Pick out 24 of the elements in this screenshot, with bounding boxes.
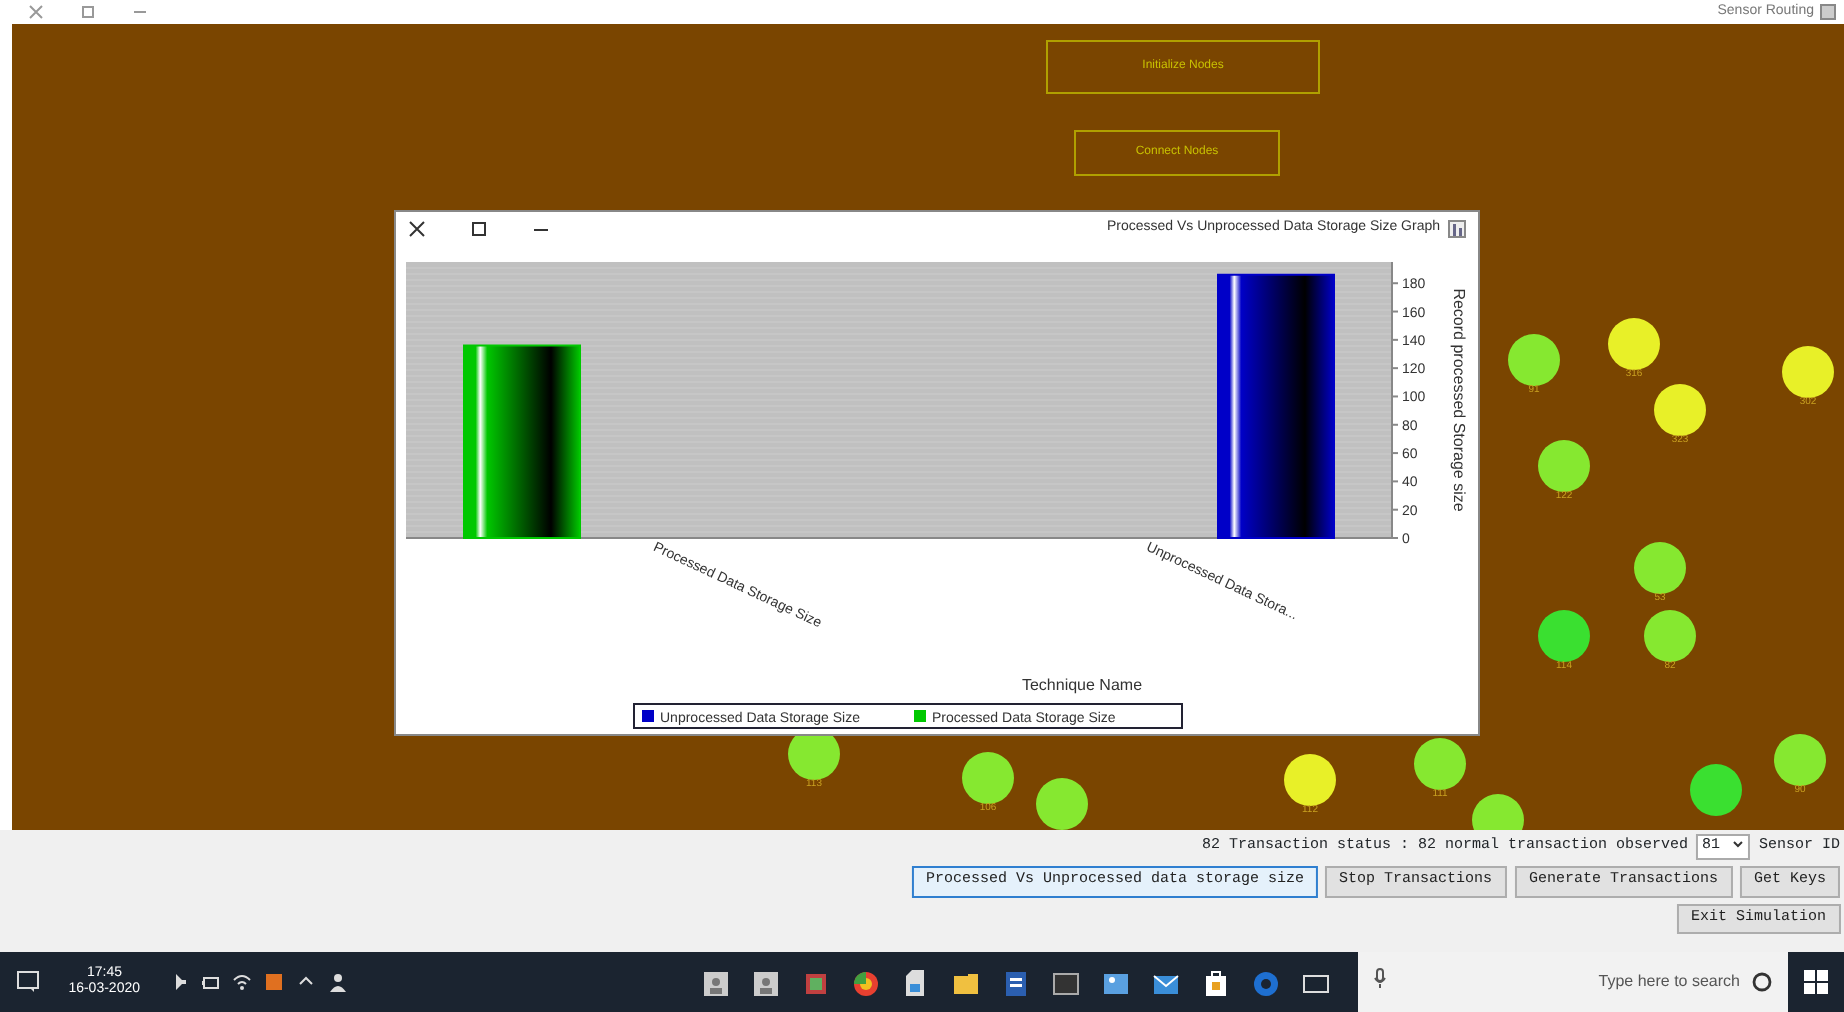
notification-icon[interactable] — [16, 970, 40, 994]
battery-icon[interactable] — [199, 972, 220, 992]
shopping-bag-icon[interactable] — [1202, 967, 1230, 997]
y-axis-title: Record processed Storage size — [1450, 288, 1468, 512]
search-icon — [1752, 972, 1772, 992]
file-icon[interactable] — [902, 967, 930, 997]
browser-icon[interactable] — [1252, 967, 1280, 997]
search-field[interactable]: Type here to search — [1358, 952, 1788, 1012]
person-window-icon[interactable] — [702, 967, 730, 997]
close-icon[interactable] — [408, 220, 426, 238]
x-axis-title: Technique Name — [1021, 676, 1143, 694]
microphone-icon — [1374, 968, 1386, 988]
maximize-icon[interactable] — [470, 220, 488, 238]
person-window-icon[interactable] — [752, 967, 780, 997]
start-icon[interactable] — [1804, 970, 1828, 994]
chart-icon — [1448, 220, 1466, 238]
terminal-icon[interactable] — [1052, 967, 1080, 997]
person-icon[interactable] — [327, 972, 348, 992]
app-icon — [1820, 4, 1836, 20]
document-icon[interactable] — [1002, 967, 1030, 997]
dropdown-icon — [1732, 836, 1745, 852]
wifi-icon[interactable] — [231, 972, 252, 992]
globe-icon[interactable] — [852, 967, 880, 997]
square-icon[interactable] — [263, 972, 284, 992]
